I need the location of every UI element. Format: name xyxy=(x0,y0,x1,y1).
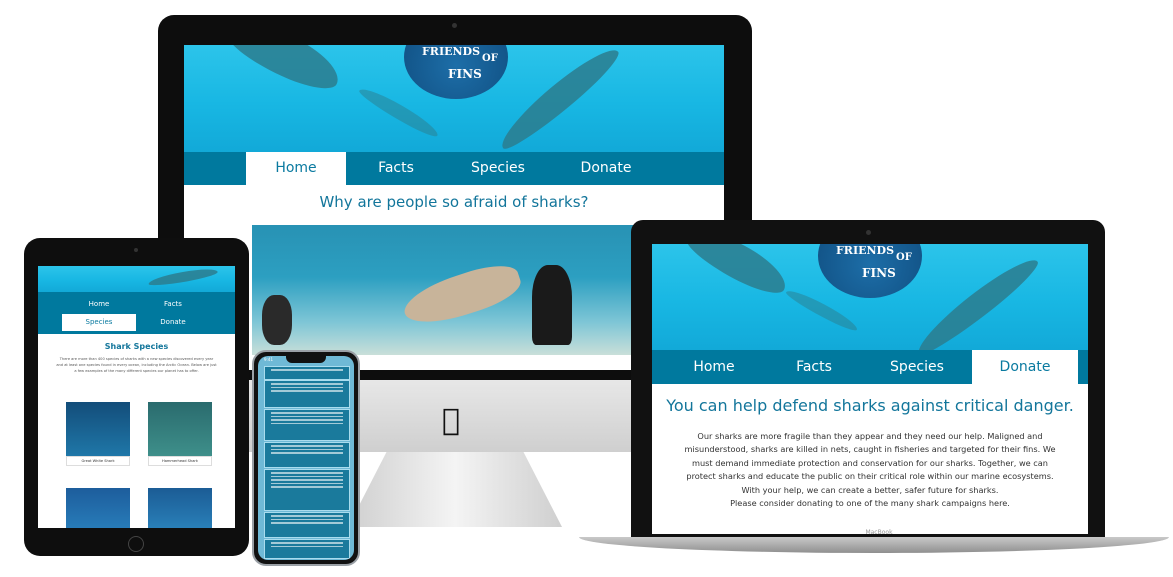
text-line xyxy=(271,482,343,484)
logo-text: FINS xyxy=(448,67,482,81)
shark-illustration xyxy=(147,266,219,289)
iphone-mockup: 9:41 xyxy=(252,350,360,566)
fact-block xyxy=(264,442,350,468)
text-line xyxy=(271,545,343,547)
hammerhead-image xyxy=(148,402,212,456)
fact-block xyxy=(264,539,350,559)
nav-facts[interactable]: Facts xyxy=(764,350,864,384)
donate-link-text[interactable]: Please consider donating to one of the m… xyxy=(730,498,1010,508)
text-line xyxy=(271,383,343,385)
shark-illustration xyxy=(221,45,347,99)
text-line xyxy=(271,445,343,447)
nav-species[interactable]: Species xyxy=(62,314,136,331)
main-nav: Home Facts Species Donate xyxy=(652,350,1088,384)
nav-home[interactable]: Home xyxy=(62,296,136,313)
text-line xyxy=(271,515,343,517)
apple-logo-icon:  xyxy=(442,403,460,438)
great-white-image xyxy=(66,402,130,456)
hero-banner xyxy=(38,266,235,292)
species-card[interactable]: Hammerhead Shark xyxy=(148,402,212,466)
text-line xyxy=(271,412,343,414)
hero-banner: FRIENDS OF FINS xyxy=(184,45,724,157)
ipad-screen: Home Facts Species Donate Shark Species … xyxy=(38,266,235,528)
imac-stand xyxy=(348,452,562,527)
text-line xyxy=(271,542,343,544)
iphone-notch xyxy=(286,356,326,363)
logo-text: FRIENDS xyxy=(422,45,481,58)
species-caption: Hammerhead Shark xyxy=(148,456,212,466)
macbook-camera xyxy=(866,230,871,235)
text-line xyxy=(271,448,343,450)
logo-text: OF xyxy=(896,252,912,263)
text-line xyxy=(271,415,343,417)
text-line xyxy=(271,369,343,371)
nav-donate[interactable]: Donate xyxy=(972,350,1078,384)
species-card[interactable]: Great White Shark xyxy=(66,402,130,466)
logo-text: FINS xyxy=(862,266,896,280)
text-line xyxy=(271,475,343,477)
main-nav: Home Facts Species Donate xyxy=(184,152,724,185)
macbook-base xyxy=(579,537,1169,553)
nav-donate[interactable]: Donate xyxy=(550,152,662,185)
ipad-mockup: Home Facts Species Donate Shark Species … xyxy=(24,238,249,556)
donate-paragraph: Our sharks are more fragile than they ap… xyxy=(680,430,1060,510)
shark-figure xyxy=(398,257,526,333)
diver-figure xyxy=(532,265,572,345)
diver-figure xyxy=(262,295,292,345)
macbook-brand: MacBook xyxy=(865,529,893,536)
nav-facts[interactable]: Facts xyxy=(346,152,446,185)
shark-illustration xyxy=(910,250,1044,362)
text-line xyxy=(271,386,343,388)
imac-camera xyxy=(452,23,457,28)
fact-block xyxy=(264,469,350,511)
nav-home[interactable]: Home xyxy=(664,350,764,384)
text-line xyxy=(271,390,343,392)
text-line xyxy=(271,486,343,488)
text-line xyxy=(271,419,343,421)
nav-donate[interactable]: Donate xyxy=(136,314,210,331)
logo-text: FRIENDS xyxy=(836,244,895,257)
iphone-screen: 9:41 xyxy=(258,356,354,560)
text-line xyxy=(271,518,343,520)
nav-species[interactable]: Species xyxy=(864,350,970,384)
text-line xyxy=(271,452,343,454)
fact-block xyxy=(264,512,350,538)
status-time: 9:41 xyxy=(264,357,273,362)
logo[interactable]: FRIENDS OF FINS xyxy=(818,244,922,298)
fact-block xyxy=(264,366,350,380)
page-heading: Shark Species xyxy=(104,342,169,351)
macbook-mockup: FRIENDS OF FINS Home Facts Species Donat… xyxy=(579,220,1169,555)
macbook-screen: FRIENDS OF FINS Home Facts Species Donat… xyxy=(652,244,1088,534)
nav-species[interactable]: Species xyxy=(446,152,550,185)
shark-illustration xyxy=(680,244,794,302)
species-card[interactable] xyxy=(148,488,212,528)
logo[interactable]: FRIENDS OF FINS xyxy=(404,45,508,99)
hero-banner: FRIENDS OF FINS xyxy=(652,244,1088,362)
text-line xyxy=(271,522,343,524)
species-paragraph: There are more than 400 species of shark… xyxy=(56,357,217,373)
nav-home[interactable]: Home xyxy=(246,152,346,185)
ipad-home-button xyxy=(128,536,144,552)
text-line xyxy=(271,422,343,424)
species-card[interactable] xyxy=(66,488,130,528)
page-heading: You can help defend sharks against criti… xyxy=(666,396,1074,415)
main-nav: Home Facts Species Donate xyxy=(38,292,235,334)
shark-illustration xyxy=(493,45,625,157)
fact-block xyxy=(264,409,350,441)
page-heading: Why are people so afraid of sharks? xyxy=(319,193,589,211)
species-caption: Great White Shark xyxy=(66,456,130,466)
text-line xyxy=(271,472,343,474)
fact-block xyxy=(264,380,350,408)
species-image xyxy=(148,488,212,528)
nav-facts[interactable]: Facts xyxy=(136,296,210,313)
donate-text: Our sharks are more fragile than they ap… xyxy=(684,431,1056,495)
text-line xyxy=(271,479,343,481)
ipad-camera xyxy=(134,248,138,252)
species-image xyxy=(66,488,130,528)
logo-text: OF xyxy=(482,53,498,64)
